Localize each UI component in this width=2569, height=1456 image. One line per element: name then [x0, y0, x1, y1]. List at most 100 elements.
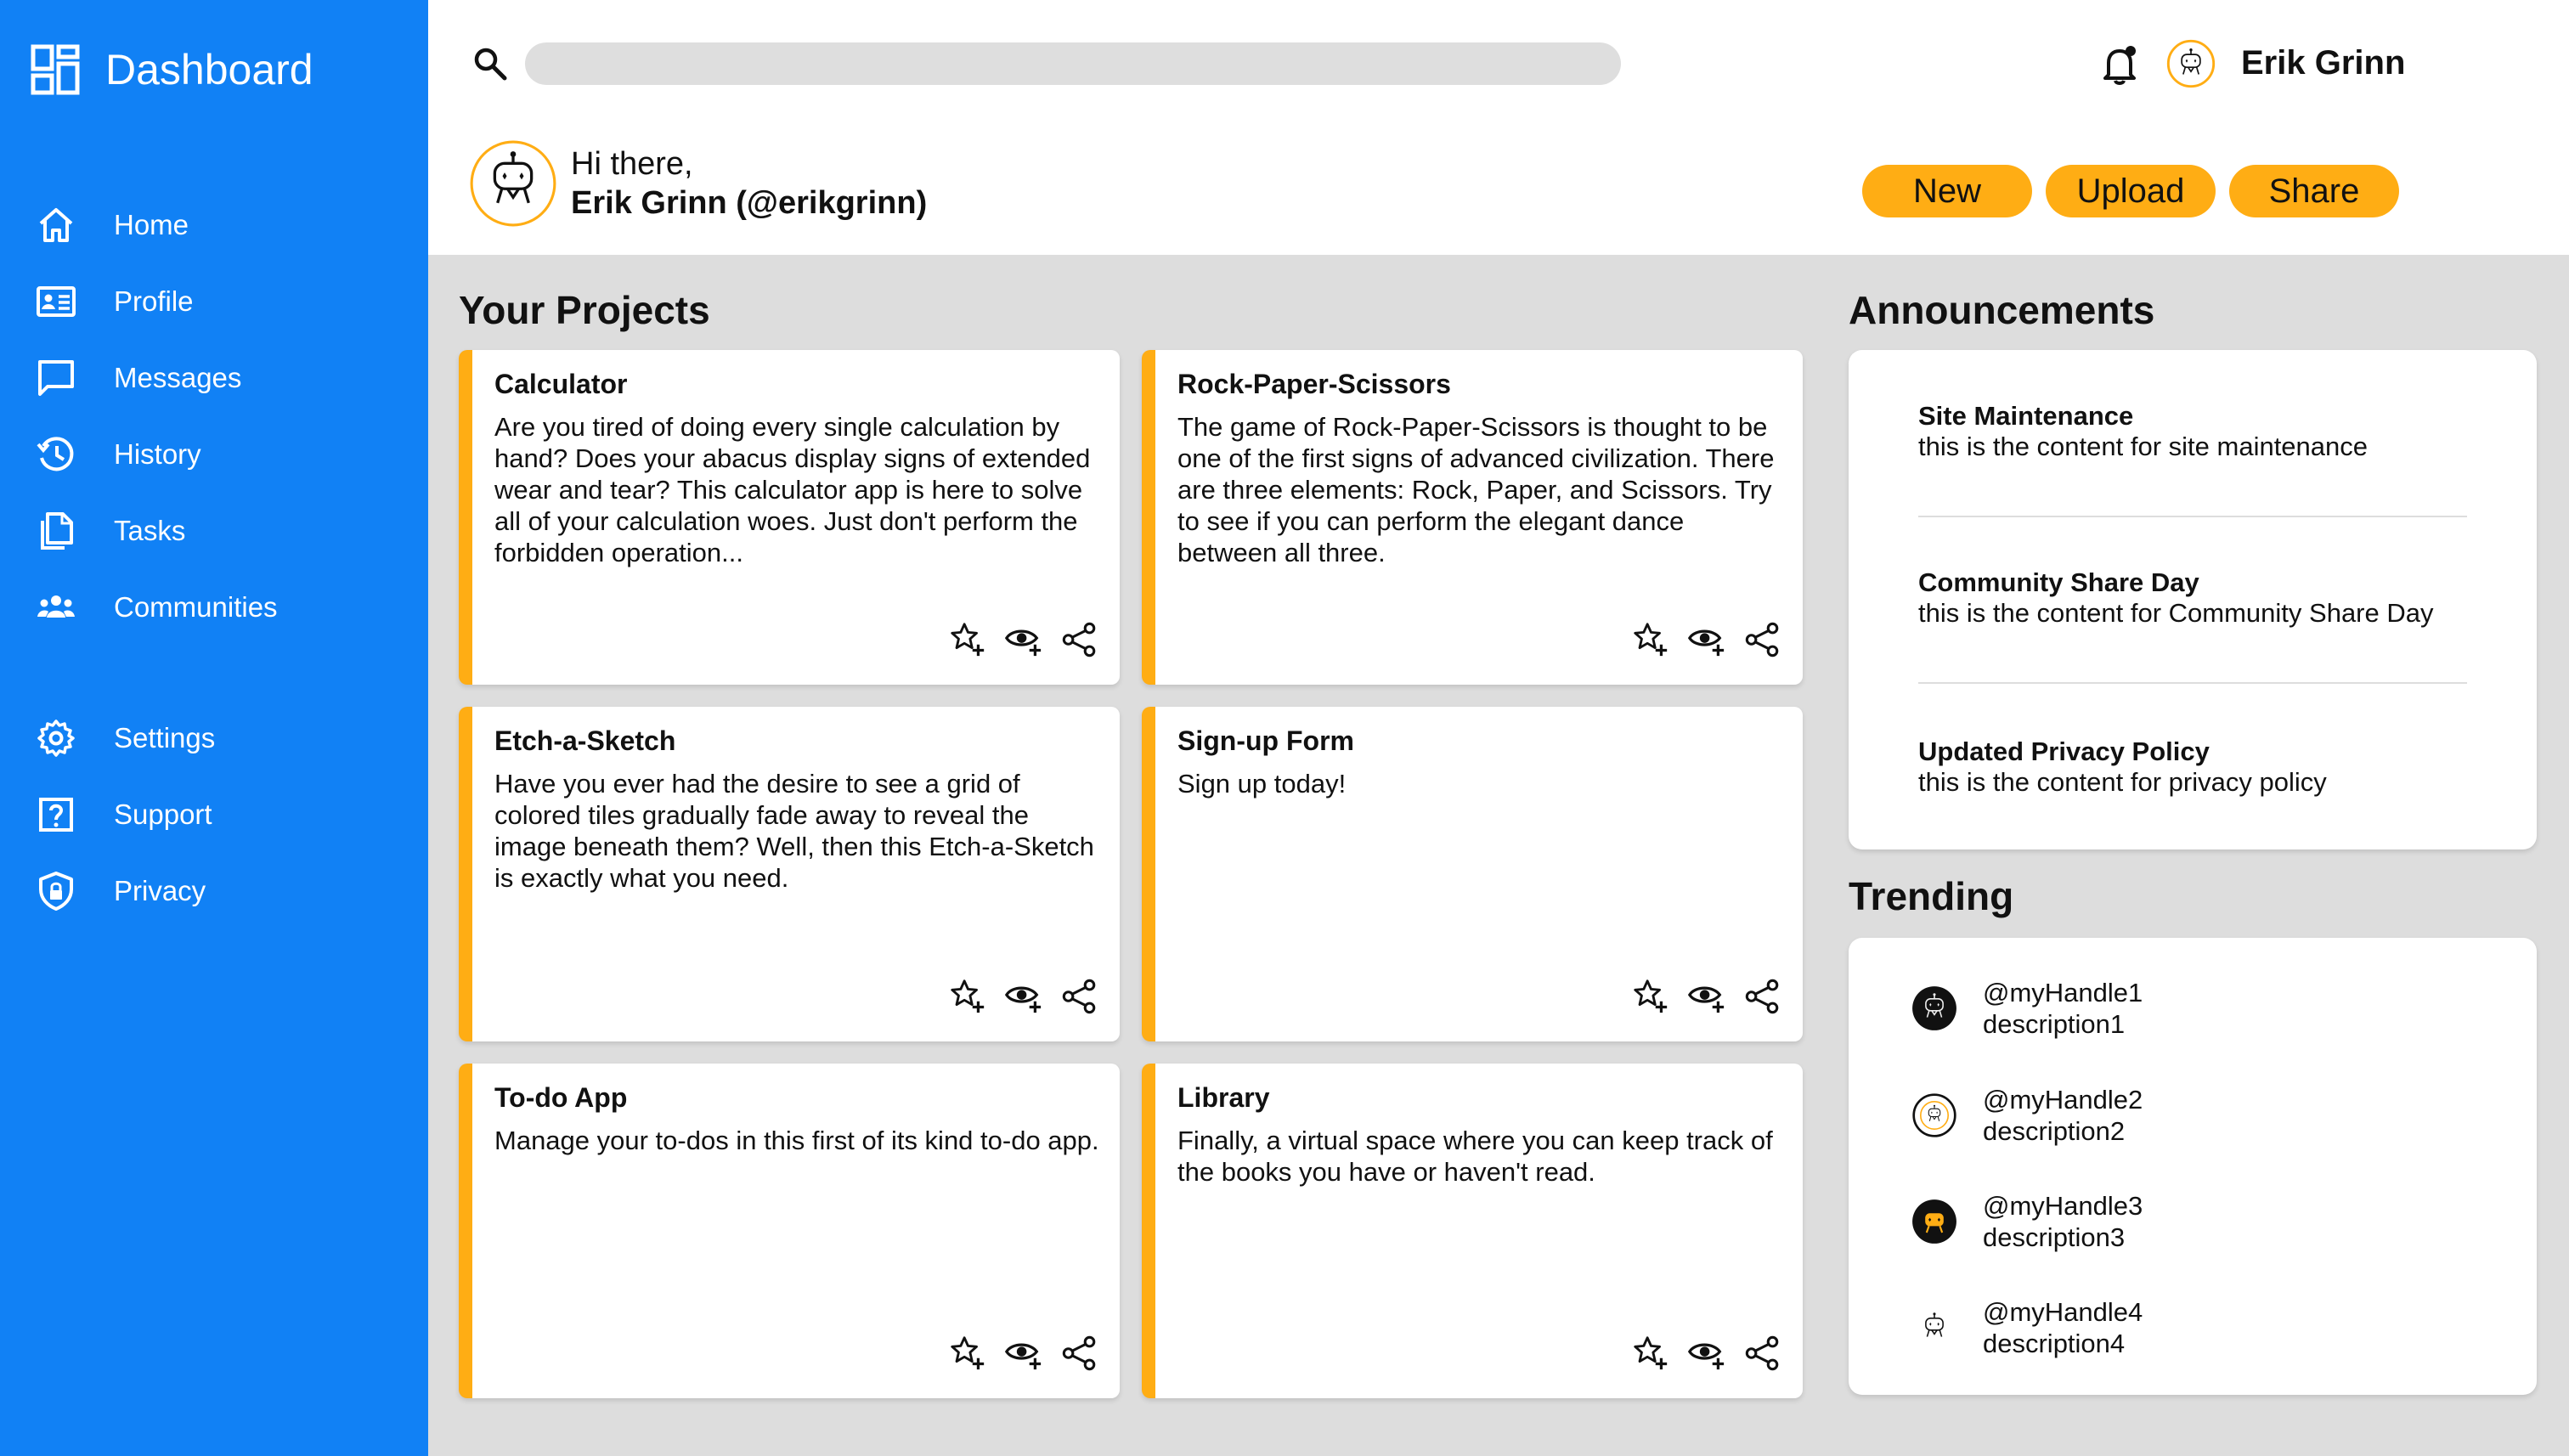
- sidebar: Dashboard Home Profile Messages History: [0, 0, 428, 1456]
- app-title: Dashboard: [105, 46, 313, 93]
- sidebar-item-label: History: [114, 438, 201, 470]
- share-icon[interactable]: [1743, 977, 1782, 1016]
- trending-avatar: [1925, 1312, 1944, 1338]
- watch-icon[interactable]: [1687, 977, 1726, 1016]
- dashboard-icon: [31, 44, 80, 95]
- people-icon: [34, 585, 78, 629]
- announcements-panel: Site Maintenance this is the content for…: [1849, 350, 2537, 849]
- upload-button[interactable]: Upload: [2046, 165, 2216, 217]
- star-plus-icon[interactable]: [948, 620, 987, 659]
- star-plus-icon[interactable]: [948, 1334, 987, 1373]
- sidebar-item-label: Communities: [114, 591, 278, 623]
- share-icon[interactable]: [1743, 620, 1782, 659]
- announcement-item[interactable]: Updated Privacy Policy this is the conte…: [1918, 736, 2467, 798]
- project-title: Etch-a-Sketch: [494, 725, 676, 756]
- sidebar-item-privacy[interactable]: Privacy: [34, 853, 408, 929]
- project-title: To-do App: [494, 1082, 628, 1113]
- project-card[interactable]: Library Finally, a virtual space where y…: [1142, 1064, 1803, 1398]
- watch-icon[interactable]: [1004, 1334, 1043, 1373]
- trending-handle: @myHandle3: [1983, 1191, 2143, 1221]
- sidebar-item-settings[interactable]: Settings: [34, 700, 408, 776]
- trending-title: Trending: [1849, 874, 2014, 918]
- project-card[interactable]: Calculator Are you tired of doing every …: [459, 350, 1120, 685]
- sidebar-item-tasks[interactable]: Tasks: [34, 493, 408, 569]
- project-description: Have you ever had the desire to see a gr…: [494, 769, 1094, 893]
- user-avatar[interactable]: [2166, 39, 2216, 88]
- sidebar-item-messages[interactable]: Messages: [34, 340, 408, 416]
- share-button[interactable]: Share: [2229, 165, 2399, 217]
- trending-avatar: [1912, 1093, 1956, 1137]
- project-title: Library: [1177, 1082, 1270, 1113]
- trending-avatar: [1912, 986, 1956, 1030]
- announcement-text: this is the content for privacy policy: [1918, 767, 2327, 797]
- project-description: The game of Rock-Paper-Scissors is thoug…: [1177, 412, 1775, 567]
- star-plus-icon[interactable]: [1631, 1334, 1670, 1373]
- project-card[interactable]: Etch-a-Sketch Have you ever had the desi…: [459, 707, 1120, 1041]
- chat-icon: [34, 356, 78, 400]
- watch-icon[interactable]: [1004, 620, 1043, 659]
- gear-icon: [34, 716, 78, 760]
- star-plus-icon[interactable]: [948, 977, 987, 1016]
- trending-item[interactable]: @myHandle3 description3: [1911, 1190, 2143, 1253]
- project-card[interactable]: Rock-Paper-Scissors The game of Rock-Pap…: [1142, 350, 1803, 685]
- brand[interactable]: Dashboard: [31, 44, 313, 95]
- sidebar-item-label: Home: [114, 209, 189, 240]
- trending-description: description1: [1983, 1009, 2126, 1039]
- profile-avatar: [470, 140, 556, 227]
- project-description: Manage your to-dos in this first of its …: [494, 1126, 1099, 1155]
- new-button[interactable]: New: [1862, 165, 2032, 217]
- announcement-text: this is the content for site maintenance: [1918, 432, 2369, 461]
- trending-handle: @myHandle4: [1983, 1297, 2143, 1327]
- home-icon: [34, 203, 78, 247]
- card-actions: [948, 1334, 1099, 1373]
- sidebar-item-profile[interactable]: Profile: [34, 263, 408, 340]
- trending-avatar: [1912, 1199, 1956, 1244]
- project-description: Are you tired of doing every single calc…: [494, 412, 1091, 567]
- trending-panel: @myHandle1 description1 @myHandle2 descr…: [1849, 938, 2537, 1395]
- watch-icon[interactable]: [1004, 977, 1043, 1016]
- search-icon[interactable]: [471, 44, 510, 83]
- sidebar-item-support[interactable]: Support: [34, 776, 408, 853]
- announcement-title: Site Maintenance: [1918, 401, 2134, 431]
- greeting-name: Erik Grinn (@erikgrinn): [571, 185, 928, 221]
- share-icon[interactable]: [1060, 620, 1099, 659]
- announcements-title: Announcements: [1849, 288, 2155, 332]
- share-icon[interactable]: [1743, 1334, 1782, 1373]
- project-description: Sign up today!: [1177, 769, 1347, 799]
- star-plus-icon[interactable]: [1631, 620, 1670, 659]
- divider: [1918, 516, 2467, 517]
- share-icon[interactable]: [1060, 1334, 1099, 1373]
- sidebar-item-label: Profile: [114, 285, 194, 317]
- sidebar-item-communities[interactable]: Communities: [34, 569, 408, 646]
- announcement-item[interactable]: Community Share Day this is the content …: [1918, 567, 2467, 629]
- announcement-item[interactable]: Site Maintenance this is the content for…: [1918, 401, 2467, 462]
- trending-handle: @myHandle2: [1983, 1085, 2143, 1115]
- trending-item[interactable]: @myHandle1 description1: [1911, 977, 2143, 1040]
- user-name[interactable]: Erik Grinn: [2241, 44, 2405, 82]
- project-card[interactable]: To-do App Manage your to-dos in this fir…: [459, 1064, 1120, 1398]
- help-icon: [34, 793, 78, 837]
- header-actions: New Upload Share: [1862, 165, 2399, 217]
- announcement-title: Updated Privacy Policy: [1918, 736, 2210, 766]
- project-description: Finally, a virtual space where you can k…: [1177, 1126, 1773, 1187]
- trending-handle: @myHandle1: [1983, 978, 2143, 1007]
- trending-description: description2: [1983, 1116, 2126, 1146]
- sidebar-item-history[interactable]: History: [34, 416, 408, 493]
- notification-bell-icon[interactable]: [2098, 42, 2141, 87]
- announcement-title: Community Share Day: [1918, 567, 2199, 597]
- sidebar-item-label: Tasks: [114, 515, 186, 546]
- divider: [1918, 682, 2467, 684]
- shield-icon: [34, 869, 78, 913]
- sidebar-item-home[interactable]: Home: [34, 187, 408, 263]
- project-card[interactable]: Sign-up Form Sign up today!: [1142, 707, 1803, 1041]
- sidebar-item-label: Privacy: [114, 875, 206, 906]
- watch-icon[interactable]: [1687, 1334, 1726, 1373]
- share-icon[interactable]: [1060, 977, 1099, 1016]
- star-plus-icon[interactable]: [1631, 977, 1670, 1016]
- watch-icon[interactable]: [1687, 620, 1726, 659]
- trending-item[interactable]: @myHandle4 description4: [1911, 1296, 2143, 1359]
- trending-item[interactable]: @myHandle2 description2: [1911, 1084, 2143, 1147]
- card-actions: [1631, 977, 1782, 1016]
- search-input[interactable]: [525, 42, 1621, 85]
